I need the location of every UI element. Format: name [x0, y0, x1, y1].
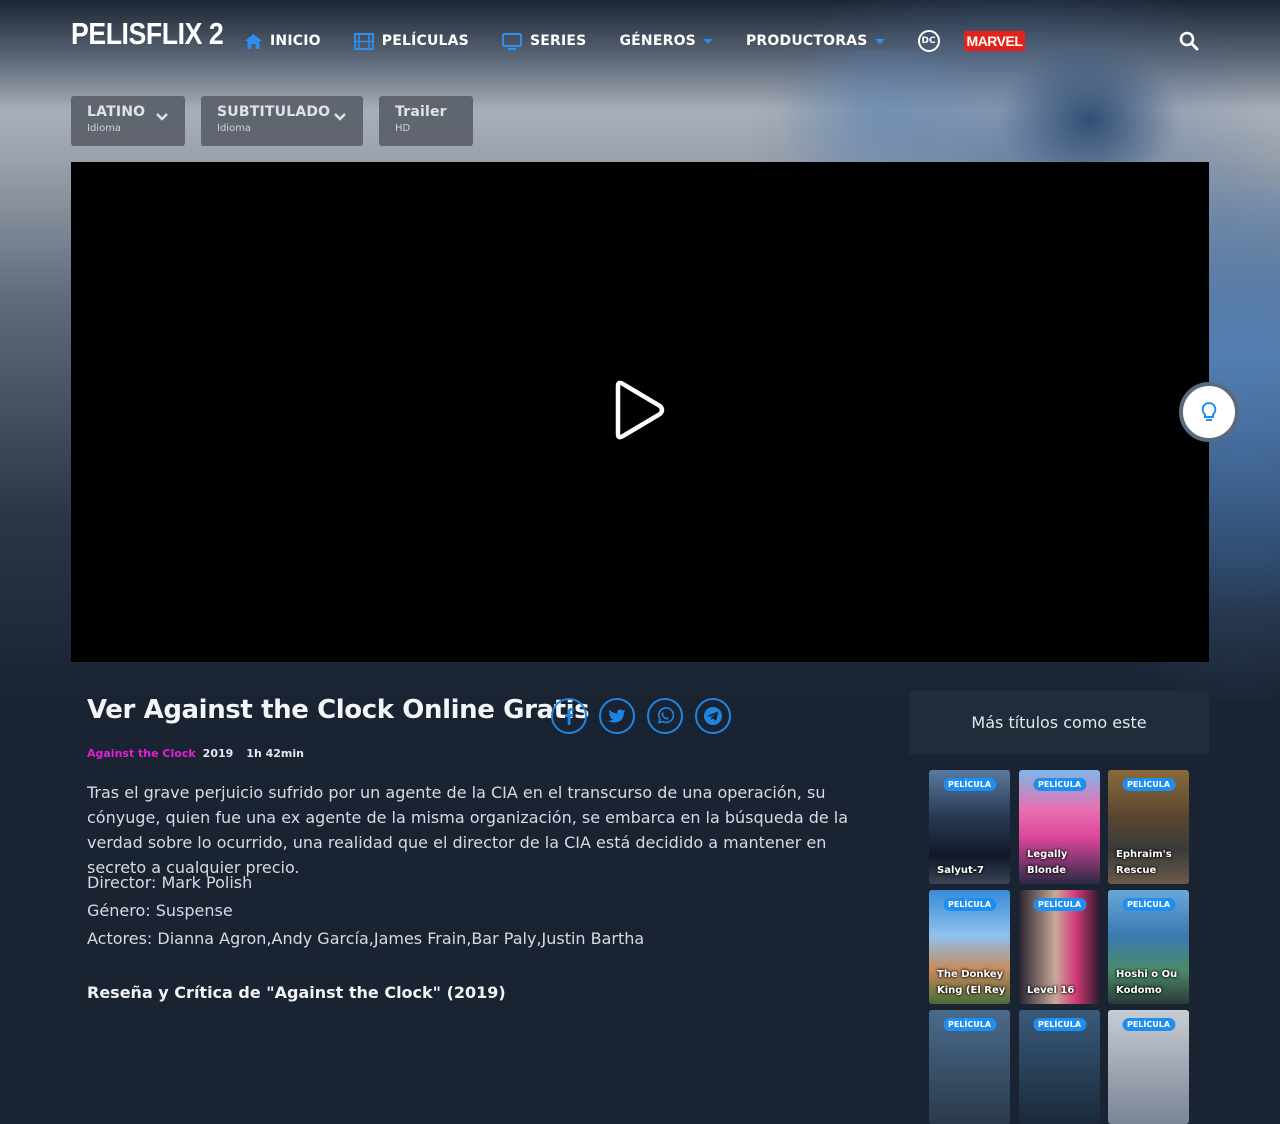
card-badge: PELÍCULA: [1032, 898, 1087, 911]
lightbulb-icon: [1201, 401, 1217, 421]
nav-item-generos[interactable]: GÉNEROS: [619, 33, 713, 49]
related-card[interactable]: PELÍCULA Salyut-7: [929, 770, 1010, 884]
related-card[interactable]: PELÍCULA Legally Blonde: [1019, 770, 1100, 884]
related-card[interactable]: PELÍCULA: [929, 1010, 1010, 1124]
share-facebook-button[interactable]: [551, 698, 587, 734]
actors: Actores: Dianna Agron,Andy García,James …: [87, 929, 645, 948]
option-title: SUBTITULADO: [217, 104, 331, 120]
nav-item-peliculas[interactable]: PELÍCULAS: [353, 32, 469, 50]
card-badge: PELÍCULA: [942, 1018, 997, 1031]
chevron-down-icon: [155, 109, 169, 128]
play-button[interactable]: [614, 380, 666, 444]
option-subtitle: HD: [395, 123, 411, 134]
option-latino[interactable]: LATINO Idioma: [71, 96, 185, 146]
search-button[interactable]: [1179, 31, 1199, 55]
original-title[interactable]: Against the Clock: [87, 747, 196, 760]
card-badge: PELÍCULA: [1121, 898, 1176, 911]
related-card[interactable]: PELÍCULA Ephraim's Rescue: [1108, 770, 1189, 884]
facebook-icon: [565, 708, 574, 725]
review-heading: Reseña y Crítica de "Against the Clock" …: [87, 983, 506, 1002]
lights-toggle-button[interactable]: [1179, 382, 1239, 442]
card-title: Salyut-7: [937, 865, 984, 876]
share-buttons: [551, 698, 743, 734]
video-player[interactable]: [71, 162, 1209, 662]
related-card[interactable]: PELÍCULA Hoshi o Ou Kodomo: [1108, 890, 1189, 1004]
caret-down-icon: [874, 38, 885, 44]
film-icon: [353, 32, 374, 50]
nav-item-inicio[interactable]: INICIO: [245, 33, 321, 49]
nav-item-series[interactable]: SERIES: [501, 32, 587, 50]
nav-item-productoras[interactable]: PRODUCTORAS: [746, 33, 885, 49]
tv-icon: [501, 32, 522, 50]
card-badge: PELÍCULA: [1032, 1018, 1087, 1031]
search-icon: [1179, 31, 1199, 51]
duration: 1h 42min: [246, 747, 304, 760]
release-year: 2019: [202, 747, 234, 760]
option-subtitulado[interactable]: SUBTITULADO Idioma: [201, 96, 363, 146]
card-badge: PELÍCULA: [1032, 778, 1087, 791]
option-subtitle: Idioma: [217, 123, 252, 134]
caret-down-icon: [702, 38, 713, 44]
home-icon: [245, 33, 262, 49]
card-title: Level 16: [1027, 985, 1075, 996]
card-title: Legally Blonde: [1027, 849, 1068, 876]
nav-label: SERIES: [529, 33, 587, 49]
movie-meta: Against the Clock 2019 1h 42min: [87, 747, 304, 760]
card-badge: PELÍCULA: [1121, 1018, 1176, 1031]
synopsis: Tras el grave perjuicio sufrido por un a…: [87, 783, 849, 877]
card-title: Ephraim's Rescue: [1116, 849, 1172, 876]
card-title: The Donkey King (El Rey: [937, 969, 1006, 996]
nav-label: INICIO: [270, 33, 321, 49]
chevron-down-icon: [333, 109, 347, 128]
share-whatsapp-button[interactable]: [647, 698, 683, 734]
card-title: Hoshi o Ou Kodomo: [1116, 969, 1178, 996]
nav-label: PRODUCTORAS: [745, 33, 868, 49]
share-twitter-button[interactable]: [599, 698, 635, 734]
nav-label: GÉNEROS: [619, 33, 696, 49]
site-header: PELISFLIX 2 INICIO PELÍCULAS SERIES GÉNE…: [0, 0, 1280, 82]
twitter-icon: [608, 709, 626, 722]
share-telegram-button[interactable]: [695, 698, 731, 734]
card-badge: PELÍCULA: [942, 898, 997, 911]
play-icon: [615, 380, 665, 440]
page-title: Ver Against the Clock Online Gratis: [87, 695, 590, 725]
related-card[interactable]: PELÍCULA The Donkey King (El Rey: [929, 890, 1010, 1004]
dc-logo-link[interactable]: DC: [917, 30, 940, 52]
related-card[interactable]: PELÍCULA: [1108, 1010, 1189, 1124]
whatsapp-icon: [657, 707, 674, 724]
main-nav: INICIO PELÍCULAS SERIES GÉNEROS PRODUCTO…: [245, 29, 1026, 53]
option-title: Trailer: [395, 104, 447, 120]
genre: Género: Suspense: [87, 901, 233, 920]
card-badge: PELÍCULA: [942, 778, 997, 791]
option-trailer[interactable]: Trailer HD: [379, 96, 473, 146]
related-heading: Más títulos como este: [909, 691, 1209, 754]
related-card[interactable]: PELÍCULA Level 16: [1019, 890, 1100, 1004]
credits: Director: Mark Polish Género: Suspense A…: [87, 869, 644, 953]
marvel-logo-link[interactable]: MARVEL: [963, 31, 1026, 51]
card-badge: PELÍCULA: [1121, 778, 1176, 791]
nav-label: PELÍCULAS: [381, 33, 469, 49]
director: Director: Mark Polish: [87, 873, 253, 892]
telegram-icon: [704, 707, 722, 725]
site-logo[interactable]: PELISFLIX 2: [71, 16, 224, 52]
related-card[interactable]: PELÍCULA: [1019, 1010, 1100, 1124]
